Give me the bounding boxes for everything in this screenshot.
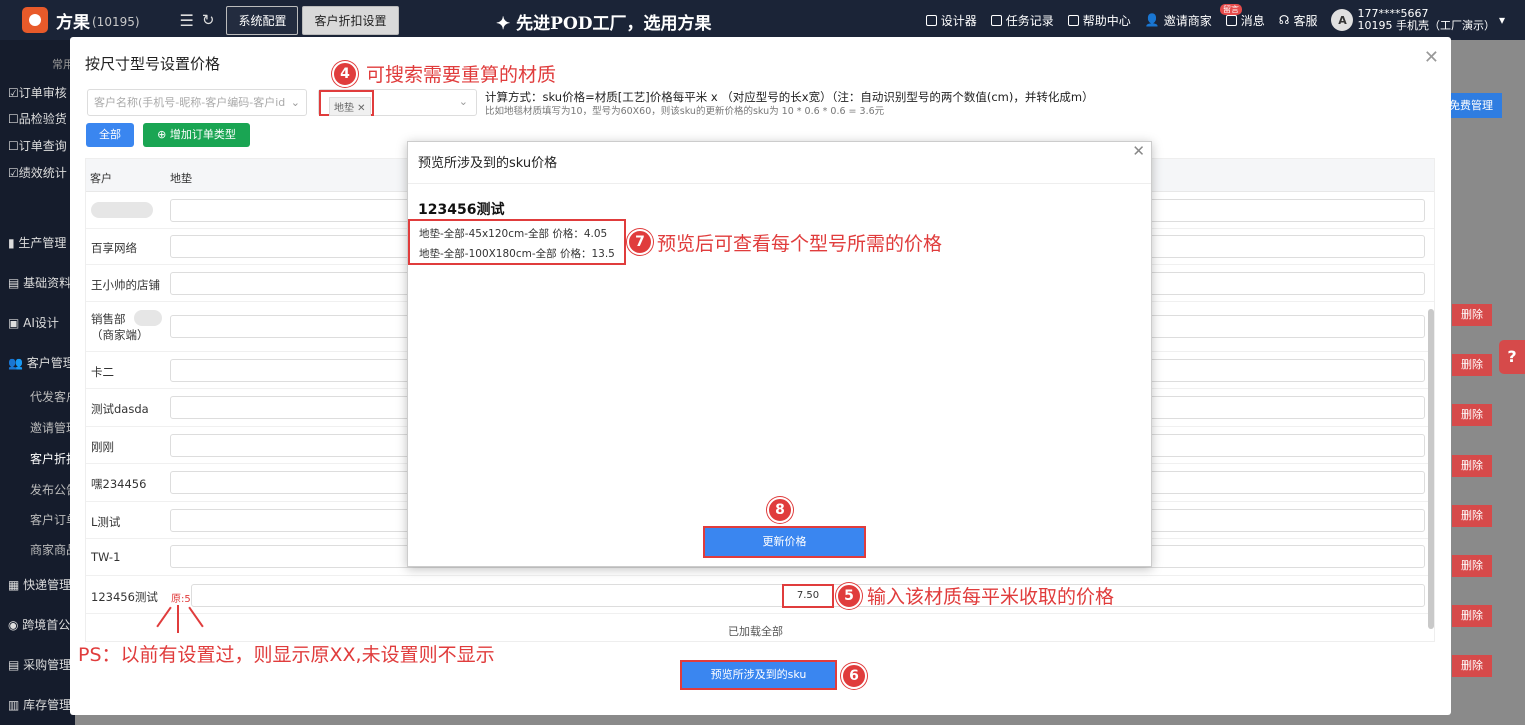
col-material: 地垫 <box>170 172 192 185</box>
table-row: 123456测试 原:5 <box>86 576 1434 614</box>
annotation-text-4: 可搜索需要重算的材质 <box>366 64 557 86</box>
customer-name: TW-1 <box>91 550 121 564</box>
col-customer: 客户 <box>90 172 112 185</box>
sidebar-item-basic-data[interactable]: ▤ 基础资料 <box>8 274 71 291</box>
preview-price-list: 地垫-全部-45x120cm-全部 价格：4.05 地垫-全部-100X180c… <box>408 219 626 265</box>
tab-customer-discount[interactable]: 客户折扣设置 <box>302 5 399 35</box>
bg-delete-button[interactable]: 删除 <box>1452 304 1492 326</box>
bg-delete-button[interactable]: 删除 <box>1452 404 1492 426</box>
sidebar-item-purchase[interactable]: ▤ 采购管理 <box>8 656 71 673</box>
customer-name: 销售部 <box>91 312 126 326</box>
chevron-down-icon: ▾ <box>1498 13 1505 27</box>
headset-icon: ☊ <box>1278 13 1290 27</box>
link-customer-service[interactable]: ☊ 客服 <box>1279 12 1318 29</box>
all-button[interactable]: 全部 <box>86 123 134 147</box>
annotation-text-5: 输入该材质每平米收取的价格 <box>867 586 1115 608</box>
customer-select[interactable]: 客户名称(手机号-昵称-客户编码-客户id ⌄ <box>87 89 307 116</box>
annotation-ps-note: PS：以前有设置过，则显示原XX,未设置则不显示 <box>78 644 495 666</box>
annotation-text-7: 预览后可查看每个型号所需的价格 <box>657 233 943 255</box>
bg-delete-button[interactable]: 删除 <box>1452 655 1492 677</box>
annotation-step-4: 4 <box>332 61 358 87</box>
link-task-log[interactable]: 任务记录 <box>990 12 1054 29</box>
brand-name: 方果 <box>56 12 90 33</box>
link-help-center[interactable]: 帮助中心 <box>1067 12 1131 29</box>
customer-name: 王小帅的店铺 <box>91 278 160 292</box>
annotation-step-5: 5 <box>836 583 862 609</box>
logo-icon <box>22 7 48 33</box>
bg-delete-button[interactable]: 删除 <box>1452 455 1492 477</box>
sidebar-item-inventory[interactable]: ▥ 库存管理 <box>8 696 71 713</box>
link-invite-merchant[interactable]: 👤 邀请商家 <box>1145 12 1212 29</box>
top-bar: 方果 (10195) ☰ ↻ 系统配置 客户折扣设置 ✦ 先进POD工厂，选用方… <box>0 0 1525 40</box>
image-icon <box>925 14 937 26</box>
customer-name: 刚刚 <box>91 440 114 454</box>
blurred-customer-name <box>91 202 153 218</box>
avatar: A <box>1331 9 1354 31</box>
material-tag-highlight: 地垫 ✕ <box>319 90 374 116</box>
brand-id: (10195) <box>92 14 140 29</box>
sidebar-item-order-query[interactable]: ☐订单查询 <box>8 137 67 154</box>
customer-name: 123456测试 <box>91 590 158 604</box>
add-order-type-button[interactable]: ⊕ 增加订单类型 <box>143 123 250 147</box>
annotation-arrow <box>177 605 179 633</box>
modal-title: 按尺寸型号设置价格 <box>85 55 221 73</box>
chevron-down-icon: ⌄ <box>290 96 300 109</box>
bg-delete-button[interactable]: 删除 <box>1452 354 1492 376</box>
sidebar-item-ai-design[interactable]: ▣ AI设计 <box>8 314 59 331</box>
sidebar-item-express[interactable]: ▦ 快递管理 <box>8 576 71 593</box>
tab-system-config[interactable]: 系统配置 <box>226 5 299 35</box>
loaded-all-text: 已加载全部 <box>728 625 783 638</box>
formula-example: 比如地毯材质填写为10，型号为60X60，则该sku的更新价格的sku为 10 … <box>485 106 885 117</box>
link-designer[interactable]: 设计器 <box>925 12 977 29</box>
slogan: ✦ 先进POD工厂，选用方果 <box>496 14 712 34</box>
help-icon <box>1067 14 1079 26</box>
divider <box>408 183 1151 184</box>
update-price-button[interactable]: 更新价格 <box>703 526 866 558</box>
message-icon <box>1225 14 1237 26</box>
annotation-step-7: 7 <box>627 229 653 255</box>
preview-title: 预览所涉及到的sku价格 <box>418 156 558 171</box>
menu-icon[interactable]: ☰ <box>180 11 194 30</box>
sidebar-item-order-review[interactable]: ☑订单审核 <box>8 84 67 101</box>
sidebar-item-performance[interactable]: ☑绩效统计 <box>8 164 67 181</box>
user-org: 10195 手机壳（工厂演示） <box>1357 19 1495 32</box>
price-value-input[interactable]: 7.50 <box>782 584 834 608</box>
sidebar-item-crossborder[interactable]: ◉ 跨境首公 <box>8 616 70 633</box>
list-icon <box>990 14 1002 26</box>
scrollbar[interactable] <box>1428 309 1434 629</box>
annotation-step-8: 8 <box>767 497 793 523</box>
chevron-down-icon: ⌄ <box>458 95 468 108</box>
list-item: 地垫-全部-45x120cm-全部 价格：4.05 <box>419 228 608 240</box>
preview-sku-button[interactable]: 预览所涉及到的sku <box>680 660 837 690</box>
blurred-customer-name <box>134 310 162 326</box>
sidebar-item-customer[interactable]: 👥 客户管理 <box>8 354 75 371</box>
bg-delete-button[interactable]: 删除 <box>1452 505 1492 527</box>
customer-name: 嘿234456 <box>91 477 147 491</box>
user-add-icon: 👤 <box>1144 13 1160 27</box>
bg-delete-button[interactable]: 删除 <box>1452 555 1492 577</box>
close-icon[interactable]: ✕ <box>1132 142 1145 160</box>
link-messages[interactable]: 消息 <box>1225 12 1265 29</box>
bg-delete-button[interactable]: 删除 <box>1452 605 1492 627</box>
original-value-label: 原:5 <box>171 594 191 605</box>
refresh-icon[interactable]: ↻ <box>202 11 215 29</box>
annotation-step-6: 6 <box>841 663 867 689</box>
customer-name: 百享网络 <box>91 241 137 255</box>
sidebar-item-quality-check[interactable]: ☐品检验货 <box>8 110 67 127</box>
customer-name: L测试 <box>91 515 121 529</box>
customer-name: 卡二 <box>91 365 114 379</box>
material-select[interactable]: 地垫 ✕ ⌄ <box>318 89 477 116</box>
customer-name: 测试dasda <box>91 402 149 416</box>
material-tag[interactable]: 地垫 ✕ <box>329 97 371 116</box>
preview-sku-name: 123456测试 <box>418 202 505 218</box>
user-menu[interactable]: A 177****5667 10195 手机壳（工厂演示） ▾ <box>1331 8 1505 32</box>
customer-name-suffix: （商家端） <box>91 328 149 342</box>
help-float-button[interactable]: ? <box>1499 340 1525 374</box>
sidebar: 常用 ☑订单审核 ☐品检验货 ☐订单查询 ☑绩效统计 ▮ 生产管理 ▤ 基础资料… <box>0 40 78 725</box>
close-icon[interactable]: ✕ <box>1424 47 1439 68</box>
sidebar-item-production[interactable]: ▮ 生产管理 <box>8 234 66 251</box>
list-item: 地垫-全部-100X180cm-全部 价格：13.5 <box>419 248 615 260</box>
